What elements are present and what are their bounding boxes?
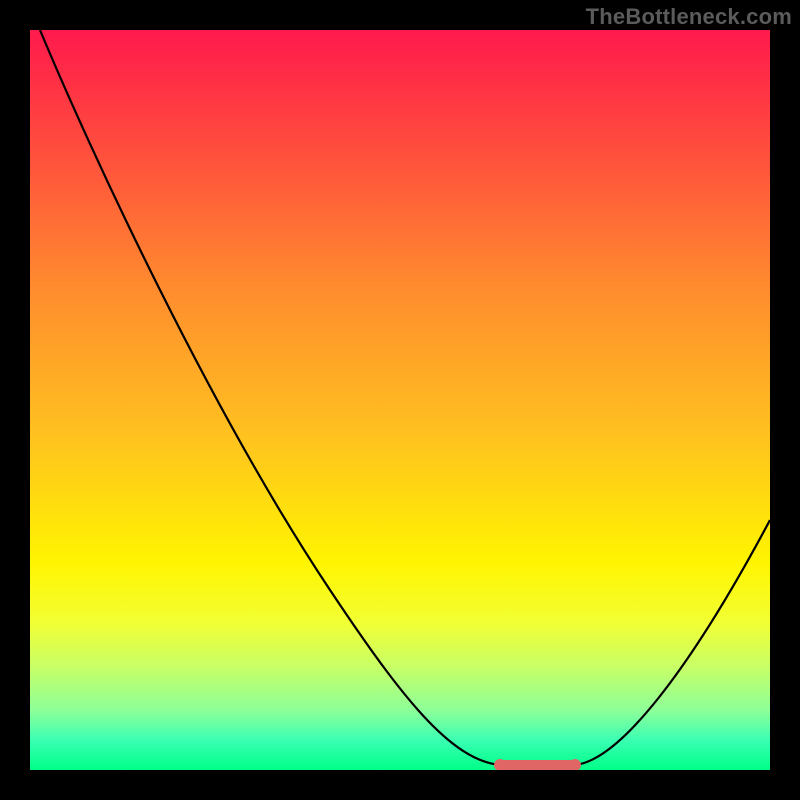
bottleneck-curve-line <box>40 30 770 765</box>
watermark-text: TheBottleneck.com <box>586 4 792 30</box>
chart-svg <box>30 30 770 770</box>
chart-container: TheBottleneck.com <box>0 0 800 800</box>
